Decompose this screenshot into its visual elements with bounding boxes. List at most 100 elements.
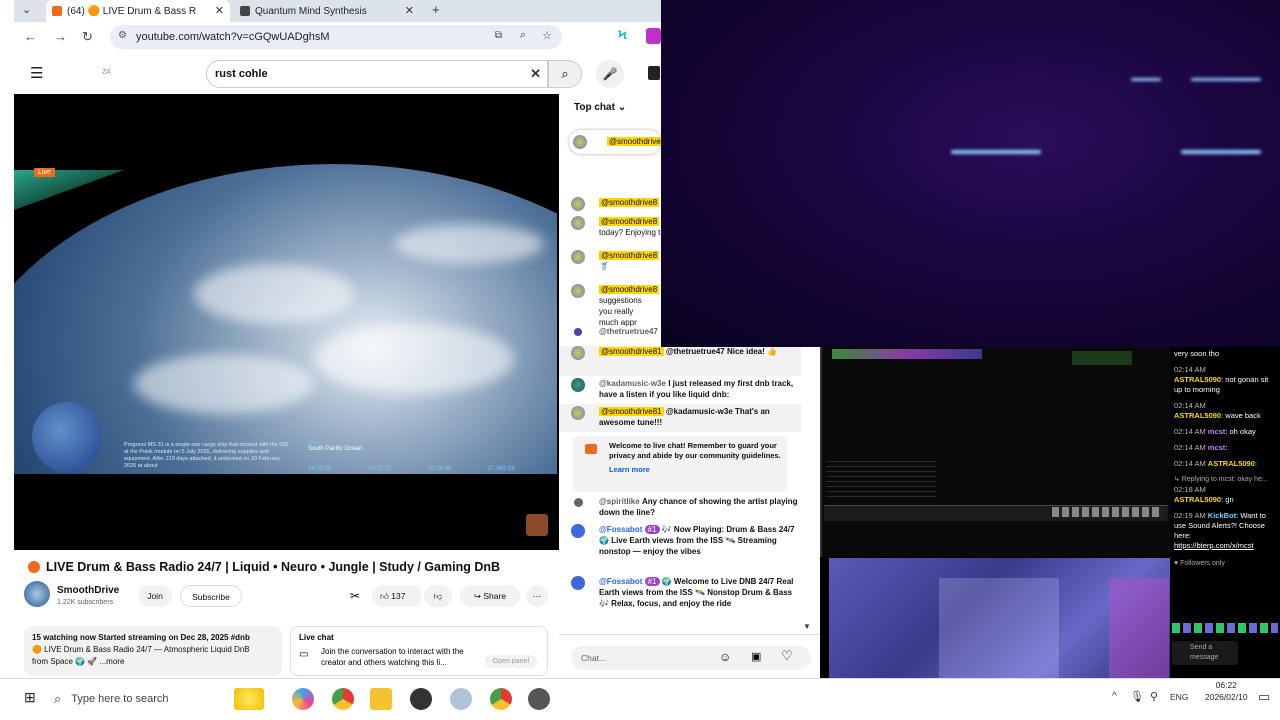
join-button[interactable]: Join — [138, 585, 172, 607]
forward-icon[interactable]: → — [54, 29, 67, 44]
learn-more-link[interactable]: Learn more — [609, 465, 650, 475]
chat-text: today? Enjoying t — [599, 228, 661, 237]
avatar — [571, 524, 585, 538]
chrome-icon[interactable] — [332, 688, 354, 710]
kick-user[interactable]: mcst — [1208, 427, 1226, 436]
mic-icon[interactable]: 🎙 — [1130, 690, 1144, 703]
back-icon[interactable]: ← — [24, 29, 37, 44]
video-title-text: LIVE Drum & Bass Radio 24/7 | Liquid • N… — [46, 560, 501, 574]
open-panel-button[interactable]: Open panel — [484, 655, 537, 668]
copilot-icon[interactable] — [292, 688, 314, 710]
clock-date: 2026/02/10 — [1205, 692, 1248, 702]
create-icon[interactable] — [648, 66, 660, 80]
network-icon[interactable]: ⚲ — [1150, 690, 1158, 703]
search-icon: ⌕ — [54, 691, 62, 706]
obs-icon[interactable] — [410, 688, 432, 710]
channel-watermark[interactable] — [526, 514, 548, 536]
chat-user[interactable]: @kadamusic-w3e — [599, 379, 666, 388]
new-tab-button[interactable]: + — [432, 2, 440, 17]
channel-avatar[interactable] — [24, 581, 50, 607]
chat-user[interactable]: @smoothdrive8 — [599, 251, 660, 260]
kick-send-input[interactable]: Send a message — [1172, 641, 1238, 665]
channel-name[interactable]: SmoothDrive — [57, 585, 119, 596]
clip-icon[interactable]: ✂ — [350, 589, 360, 603]
chat-text: @thetruetrue47 Nice idea! 👍 — [665, 347, 777, 356]
share-button[interactable]: ↪ Share — [460, 585, 520, 607]
chat-bubble-icon: ▭ — [299, 649, 309, 660]
widgets-icon[interactable] — [234, 688, 264, 710]
more-actions-button[interactable]: ⋯ — [526, 585, 548, 607]
chat-user[interactable]: @smoothdrive81 — [599, 347, 664, 356]
chat-user[interactable]: @smoothdrive8 — [599, 217, 660, 226]
super-chat-icon[interactable]: ▣ — [751, 650, 761, 663]
pinned-message[interactable]: @smoothdrive81 — [569, 130, 672, 154]
app-icon[interactable] — [450, 688, 472, 710]
emote-bar[interactable] — [1172, 623, 1278, 633]
kick-user[interactable]: ASTRAL5090 — [1174, 411, 1221, 420]
top-chat-dropdown[interactable]: Top chat ⌄ — [574, 102, 626, 113]
chat-user[interactable]: @smoothdrive8 — [599, 198, 660, 207]
purple-webcam-window — [829, 558, 1170, 678]
tab-quantum[interactable]: Quantum Mind Synthesis ✕ — [234, 0, 420, 22]
star-icon[interactable]: ☆ — [542, 29, 552, 42]
language-indicator[interactable]: ENG — [1170, 692, 1188, 702]
clear-search-icon[interactable]: ✕ — [530, 66, 541, 82]
close-tab-icon[interactable]: ✕ — [215, 4, 224, 17]
install-icon[interactable]: ⧉ — [495, 30, 502, 41]
windows-start-icon[interactable]: ⊞ — [24, 689, 36, 706]
search-input[interactable]: rust cohle ✕ — [206, 60, 548, 88]
chat-user[interactable]: @Fossabot — [599, 525, 642, 534]
kick-user[interactable]: ASTRAL5090 — [1174, 495, 1221, 504]
heart-icon[interactable]: ♡ — [781, 648, 793, 664]
video-player[interactable]: Live Progress MS-31 is a single-use carg… — [14, 94, 557, 550]
kick-reply: ↳ Replying to mcst: okay he... — [1174, 476, 1268, 483]
kick-user[interactable]: KickBot — [1208, 511, 1236, 520]
clock[interactable]: 06:22 2026/02/10 — [1205, 679, 1248, 703]
menu-icon[interactable]: ☰ — [30, 64, 43, 82]
zoom-icon[interactable]: ⌕ — [520, 29, 526, 42]
close-tab-icon[interactable]: ✕ — [405, 4, 414, 17]
tab-label: Quantum Mind Synthesis — [255, 5, 367, 17]
reload-icon[interactable]: ↻ — [82, 29, 93, 45]
app-icon[interactable] — [528, 688, 550, 710]
chat-user[interactable]: @smoothdrive81 — [599, 407, 664, 416]
voice-search-button[interactable]: 🎤 — [596, 60, 624, 88]
kick-user[interactable]: ASTRAL5090 — [1174, 375, 1221, 384]
chat-user[interactable]: @Fossabot — [599, 577, 642, 586]
chat-user[interactable]: @thetruetrue47 — [599, 327, 658, 336]
dislike-button[interactable]: 👎︎ — [424, 585, 452, 607]
emoji-icon[interactable]: ☺ — [719, 650, 731, 664]
kick-user[interactable]: mcst — [1208, 443, 1226, 452]
avatar — [571, 406, 585, 420]
description-box[interactable]: 15 watching now Started streaming on Dec… — [24, 626, 282, 676]
subscribe-button[interactable]: Subscribe — [180, 585, 242, 607]
kick-time: 02:14 AM — [1174, 443, 1206, 452]
search-button[interactable]: ⌕ — [548, 60, 582, 88]
like-button[interactable]: 👍︎ 137 — [372, 585, 422, 607]
chat-message: @Fossabot #1 🎶 Now Playing: Drum & Bass … — [571, 524, 801, 557]
tab-list-chevron-icon[interactable]: ⌄ — [22, 3, 31, 16]
chrome-icon[interactable] — [490, 688, 512, 710]
chat-input[interactable]: Chat... — [571, 646, 811, 670]
kick-time: 02:14 AM — [1174, 459, 1206, 468]
notification-icon[interactable]: ▭ — [1258, 689, 1270, 705]
taskbar-search[interactable]: ⌕ Type here to search — [54, 685, 234, 713]
chat-user[interactable]: @spiritlike — [599, 497, 640, 506]
kick-user[interactable]: ASTRAL5090 — [1208, 459, 1255, 468]
globe-minimap — [32, 402, 102, 472]
url-text: youtube.com/watch?v=cGQwUADghsM — [136, 31, 330, 43]
chat-message: @smoothdrive81 @kadamusic-w3e That's an … — [571, 406, 801, 428]
youtube-logo[interactable]: ZA — [102, 69, 111, 76]
site-info-icon[interactable]: ⚙ — [118, 30, 127, 41]
chat-user[interactable]: @smoothdrive8 — [599, 285, 660, 294]
tray-chevron-icon[interactable]: ^ — [1112, 691, 1117, 702]
address-bar[interactable]: ⚙ youtube.com/watch?v=cGQwUADghsM ⧉ ⌕ ☆ — [110, 25, 562, 49]
chat-message: @kadamusic-w3e I just released my first … — [571, 378, 801, 400]
extension-icon[interactable]: Ϟ — [618, 28, 634, 44]
kick-link[interactable]: https://bterp.com/x/mcst — [1174, 541, 1276, 551]
extension-icon[interactable] — [646, 28, 661, 44]
file-explorer-icon[interactable] — [370, 688, 392, 710]
scroll-down-icon[interactable]: ▼ — [803, 622, 811, 631]
tab-youtube[interactable]: (64) 🟠 LIVE Drum & Bass R ✕ — [46, 0, 230, 22]
chat-message: @smoothdrive81 @thetruetrue47 Nice idea!… — [571, 346, 801, 360]
